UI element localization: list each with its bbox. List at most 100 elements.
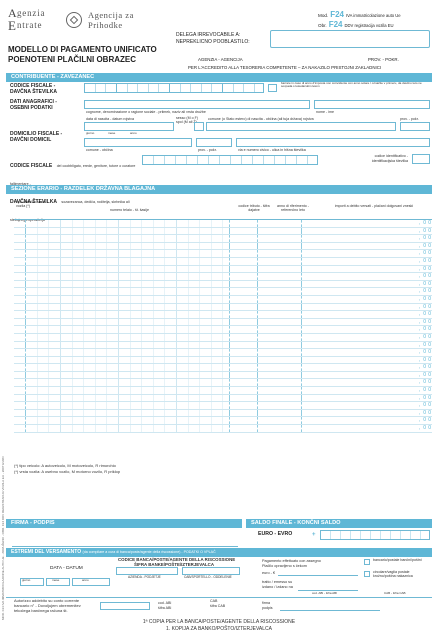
table-cell[interactable] <box>230 273 258 280</box>
table-row[interactable]: ,00 <box>14 311 432 319</box>
table-cell[interactable]: ,00 <box>302 288 432 295</box>
table-cell[interactable] <box>14 235 26 242</box>
table-cell[interactable] <box>26 356 230 364</box>
table-cell[interactable] <box>258 387 302 394</box>
table-row[interactable]: ,00 <box>14 425 432 433</box>
table-cell[interactable]: ,00 <box>302 342 432 349</box>
table-row[interactable]: ,00 <box>14 364 432 372</box>
table-cell[interactable] <box>26 250 230 257</box>
table-cell[interactable] <box>258 242 302 250</box>
table-cell[interactable] <box>14 303 26 311</box>
table-cell[interactable] <box>258 250 302 257</box>
codice-identificativo-field[interactable] <box>412 154 430 164</box>
table-cell[interactable] <box>26 235 230 242</box>
table-cell[interactable] <box>230 318 258 326</box>
table-cell[interactable] <box>230 250 258 257</box>
table-cell[interactable]: ,00 <box>302 364 432 371</box>
table-row[interactable]: ,00 <box>14 280 432 289</box>
table-cell[interactable] <box>230 280 258 288</box>
table-cell[interactable] <box>14 341 26 349</box>
table-cell[interactable] <box>14 364 26 371</box>
table-cell[interactable] <box>26 394 230 402</box>
table-cell[interactable] <box>26 333 230 341</box>
table-cell[interactable] <box>230 242 258 250</box>
table-cell[interactable] <box>230 409 258 417</box>
table-cell[interactable] <box>26 379 230 387</box>
table-cell[interactable]: ,00 <box>302 281 432 288</box>
table-cell[interactable]: ,00 <box>302 349 432 356</box>
saldo-field[interactable] <box>320 530 430 540</box>
table-cell[interactable] <box>14 387 26 394</box>
table-cell[interactable]: ,00 <box>302 304 432 311</box>
table-cell[interactable] <box>26 227 230 235</box>
table-row[interactable]: ,00 <box>14 318 432 327</box>
table-cell[interactable]: ,00 <box>302 395 432 402</box>
table-row[interactable]: ,00 <box>14 371 432 380</box>
table-cell[interactable] <box>14 349 26 356</box>
table-cell[interactable] <box>14 273 26 280</box>
table-cell[interactable] <box>258 364 302 371</box>
table-row[interactable]: ,00 <box>14 333 432 342</box>
euro-line[interactable] <box>278 575 358 576</box>
table-row[interactable]: ,00 <box>14 220 432 228</box>
table-cell[interactable] <box>26 371 230 379</box>
domicilio-prov-field[interactable] <box>196 138 232 147</box>
azienda-field[interactable] <box>116 567 178 575</box>
prov-nascita-field[interactable] <box>400 122 430 131</box>
table-cell[interactable] <box>230 402 258 409</box>
table-cell[interactable]: ,00 <box>302 334 432 341</box>
table-cell[interactable]: ,00 <box>302 235 432 242</box>
table-cell[interactable] <box>230 425 258 432</box>
table-cell[interactable] <box>230 326 258 333</box>
table-cell[interactable] <box>258 425 302 432</box>
table-cell[interactable] <box>26 273 230 280</box>
table-row[interactable]: ,00 <box>14 257 432 266</box>
table-cell[interactable] <box>258 288 302 295</box>
table-cell[interactable]: ,00 <box>302 357 432 364</box>
table-cell[interactable] <box>230 417 258 425</box>
table-cell[interactable] <box>14 402 26 409</box>
table-cell[interactable] <box>230 257 258 265</box>
table-cell[interactable]: ,00 <box>302 402 432 409</box>
table-cell[interactable]: ,00 <box>302 319 432 326</box>
comune-nascita-field[interactable] <box>206 122 396 131</box>
table-cell[interactable] <box>14 295 26 303</box>
table-cell[interactable] <box>14 425 26 432</box>
table-cell[interactable]: ,00 <box>302 258 432 265</box>
sesso-field[interactable] <box>194 122 204 131</box>
table-cell[interactable]: ,00 <box>302 425 432 432</box>
table-cell[interactable] <box>26 425 230 432</box>
table-cell[interactable] <box>14 227 26 235</box>
delega-field[interactable] <box>270 30 430 48</box>
table-cell[interactable] <box>230 371 258 379</box>
table-cell[interactable] <box>258 311 302 318</box>
table-cell[interactable] <box>258 349 302 356</box>
table-cell[interactable]: ,00 <box>302 228 432 235</box>
codice-fiscale-field[interactable] <box>84 83 264 93</box>
table-row[interactable]: ,00 <box>14 265 432 274</box>
table-cell[interactable] <box>14 265 26 273</box>
table-cell[interactable] <box>230 387 258 394</box>
table-cell[interactable] <box>14 257 26 265</box>
table-cell[interactable] <box>258 295 302 303</box>
domicilio-via-field[interactable] <box>236 138 430 147</box>
table-cell[interactable] <box>14 326 26 333</box>
table-row[interactable]: ,00 <box>14 387 432 395</box>
table-cell[interactable] <box>230 227 258 235</box>
table-cell[interactable] <box>258 341 302 349</box>
table-cell[interactable]: ,00 <box>302 311 432 318</box>
table-cell[interactable] <box>258 273 302 280</box>
coobbligato-field[interactable] <box>142 155 318 165</box>
firma-line[interactable] <box>12 546 238 547</box>
table-cell[interactable] <box>26 220 230 227</box>
table-cell[interactable] <box>26 280 230 288</box>
table-cell[interactable] <box>230 349 258 356</box>
table-cell[interactable] <box>230 379 258 387</box>
table-row[interactable]: ,00 <box>14 341 432 350</box>
table-row[interactable]: ,00 <box>14 250 432 258</box>
table-cell[interactable] <box>14 288 26 295</box>
table-cell[interactable] <box>230 311 258 318</box>
table-cell[interactable]: ,00 <box>302 387 432 394</box>
table-cell[interactable] <box>230 220 258 227</box>
table-row[interactable]: ,00 <box>14 417 432 426</box>
